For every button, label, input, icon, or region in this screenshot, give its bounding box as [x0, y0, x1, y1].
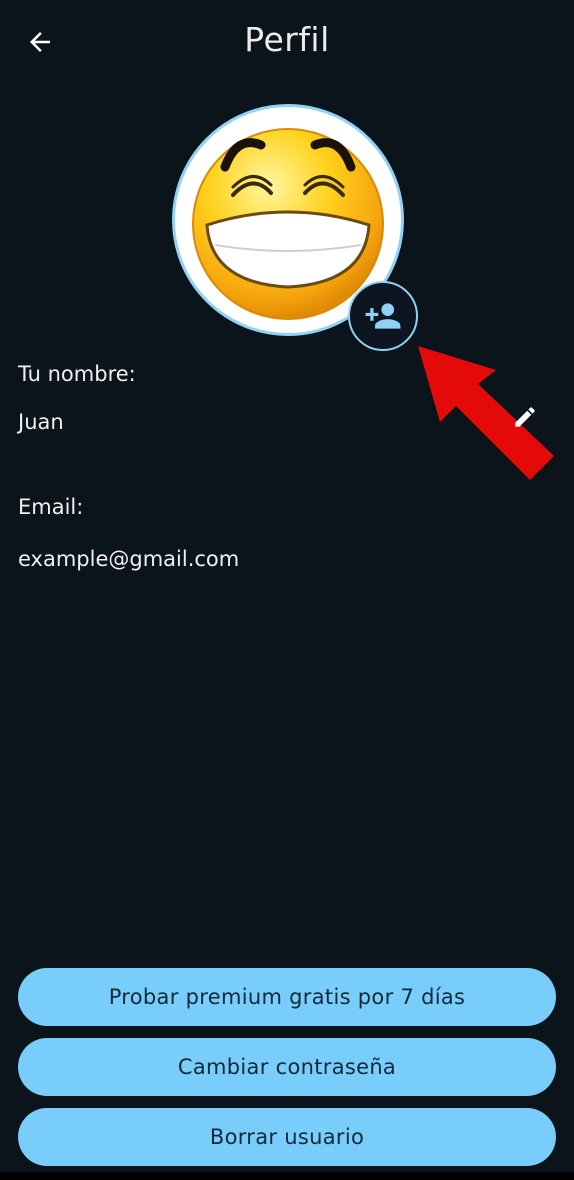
bottom-bar	[0, 1172, 574, 1180]
page-title: Perfil	[244, 20, 330, 59]
red-arrow-icon	[418, 346, 554, 480]
email-value: example@gmail.com	[18, 547, 240, 571]
change-password-button[interactable]: Cambiar contraseña	[18, 1038, 556, 1096]
email-label: Email:	[18, 495, 84, 519]
delete-user-button[interactable]: Borrar usuario	[18, 1108, 556, 1166]
name-value[interactable]: Juan	[18, 410, 64, 434]
add-photo-button[interactable]	[348, 281, 418, 351]
pencil-icon[interactable]	[512, 404, 538, 430]
person-add-icon	[365, 303, 401, 329]
app-header: Perfil	[0, 0, 574, 86]
name-label: Tu nombre:	[18, 362, 136, 386]
try-premium-button[interactable]: Probar premium gratis por 7 días	[18, 968, 556, 1026]
